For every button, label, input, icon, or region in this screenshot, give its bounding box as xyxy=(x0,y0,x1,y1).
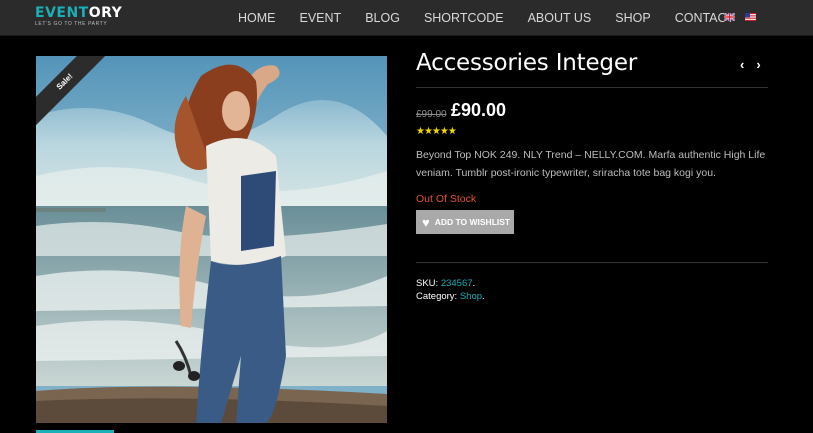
rating-stars: ★★★★★ xyxy=(416,126,457,137)
logo-tagline: LET'S GO TO THE PARTY xyxy=(35,21,108,27)
logo-part-event: EVENT xyxy=(35,5,89,21)
wishlist-label: ADD TO WISHLIST xyxy=(434,217,511,227)
category-link[interactable]: Shop xyxy=(460,291,482,302)
nav-about-us[interactable]: ABOUT US xyxy=(528,11,592,25)
product-image[interactable]: Sale! xyxy=(36,56,387,423)
logo-text: EVENTORY xyxy=(35,6,122,21)
nav-blog[interactable]: BLOG xyxy=(365,11,400,25)
category-period: . xyxy=(482,291,485,302)
logo-part-ory: ORY xyxy=(88,5,123,21)
product-navigation: ‹ › xyxy=(740,57,761,72)
nav-shortcode[interactable]: SHORTCODE xyxy=(424,11,504,25)
product-description: Beyond Top NOK 249. NLY Trend – NELLY.CO… xyxy=(416,149,766,179)
add-to-wishlist-button[interactable]: ♥ ADD TO WISHLIST xyxy=(416,210,514,234)
logo[interactable]: EVENTORY LET'S GO TO THE PARTY xyxy=(35,6,122,28)
stock-status: Out Of Stock xyxy=(416,193,477,205)
language-switcher xyxy=(724,13,756,21)
sku-period: . xyxy=(472,278,476,289)
sku-label: SKU: xyxy=(416,278,439,289)
chevron-right-icon[interactable]: › xyxy=(756,57,760,72)
uk-flag-icon[interactable] xyxy=(724,13,735,21)
title-divider xyxy=(416,87,768,88)
sale-price: £90.00 xyxy=(451,100,507,120)
site-header: EVENTORY LET'S GO TO THE PARTY HOME EVEN… xyxy=(0,0,813,36)
nav-shop[interactable]: SHOP xyxy=(615,11,650,25)
main-nav: HOME EVENT BLOG SHORTCODE ABOUT US SHOP … xyxy=(226,0,746,36)
product-sku: SKU: 234567. xyxy=(416,278,475,289)
product-category: Category: Shop. xyxy=(416,291,485,302)
heart-icon: ♥ xyxy=(422,214,430,230)
meta-divider xyxy=(416,262,768,263)
sku-value: 234567 xyxy=(440,278,473,289)
product-title: Accessories Integer xyxy=(416,50,638,76)
nav-event[interactable]: EVENT xyxy=(300,11,342,25)
category-label: Category: xyxy=(416,291,458,302)
chevron-left-icon[interactable]: ‹ xyxy=(740,57,744,72)
product-photo xyxy=(36,56,387,423)
us-flag-icon[interactable] xyxy=(745,13,756,21)
nav-home[interactable]: HOME xyxy=(238,11,276,25)
original-price: £99.00 xyxy=(416,109,447,120)
